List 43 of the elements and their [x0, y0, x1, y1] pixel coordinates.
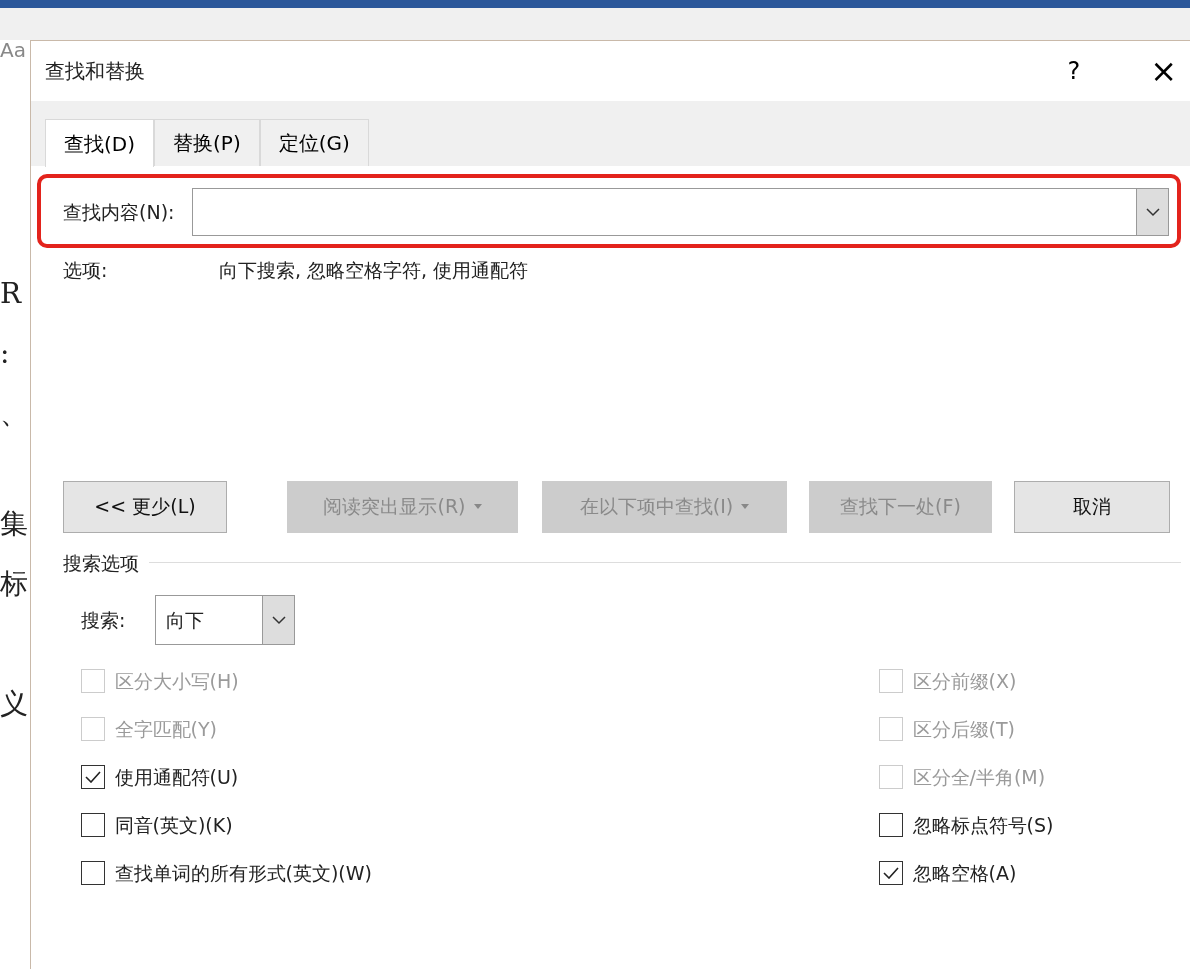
- checkbox-label: 忽略空格(A): [912, 860, 1017, 886]
- tab[interactable]: 替换(P): [154, 119, 260, 166]
- checkbox-label: 忽略标点符号(S): [912, 812, 1054, 838]
- document-text: Aa: [0, 40, 26, 60]
- help-button[interactable]: ?: [1057, 59, 1091, 83]
- checkmark-icon: [85, 771, 101, 783]
- find-field[interactable]: [192, 188, 1169, 236]
- checkbox[interactable]: [879, 861, 903, 885]
- tab[interactable]: 查找(D): [45, 119, 154, 167]
- checkbox-label: 同音(英文)(K): [114, 812, 233, 838]
- document-text: 集: [0, 510, 28, 538]
- checkbox-label: 区分前缀(X): [912, 668, 1017, 694]
- window-title: 查找和替换: [45, 58, 145, 85]
- checkbox-label: 使用通配符(U): [114, 764, 239, 790]
- search-direction-label: 搜索:: [81, 607, 127, 633]
- checkbox[interactable]: [81, 861, 105, 885]
- section-heading: 搜索选项: [63, 550, 139, 576]
- checkbox[interactable]: [879, 813, 903, 837]
- tab[interactable]: 定位(G): [259, 119, 369, 166]
- document-text: :: [0, 340, 10, 368]
- caret-icon: [741, 504, 750, 509]
- checkbox[interactable]: [81, 813, 105, 837]
- close-button[interactable]: ×: [1140, 55, 1187, 87]
- document-text: 标: [0, 570, 28, 598]
- document-text: 义: [0, 690, 28, 718]
- checkbox[interactable]: [81, 765, 105, 789]
- caret-icon: [473, 504, 482, 509]
- document-text: 、: [0, 400, 28, 428]
- dialog-button[interactable]: << 更少(L): [63, 480, 227, 533]
- checkmark-icon: [883, 867, 899, 879]
- dialog-button[interactable]: 取消: [1014, 480, 1170, 533]
- checkbox-label: 全字匹配(Y): [114, 716, 217, 742]
- checkbox-label: 区分大小写(H): [114, 668, 239, 694]
- field-label: 查找内容(N):: [63, 199, 175, 225]
- options-label: 选项:: [63, 258, 109, 283]
- checkbox-label: 区分后缀(T): [912, 716, 1015, 742]
- chevron-down-icon: [271, 615, 286, 625]
- search-direction-select[interactable]: 向下: [155, 595, 295, 645]
- options-summary: 向下搜索, 忽略空格字符, 使用通配符: [219, 258, 529, 283]
- chevron-down-icon: [1145, 207, 1160, 217]
- checkbox-label: 区分全/半角(M): [912, 764, 1046, 790]
- document-text: R: [0, 280, 22, 308]
- checkbox-label: 查找单词的所有形式(英文)(W): [114, 860, 372, 886]
